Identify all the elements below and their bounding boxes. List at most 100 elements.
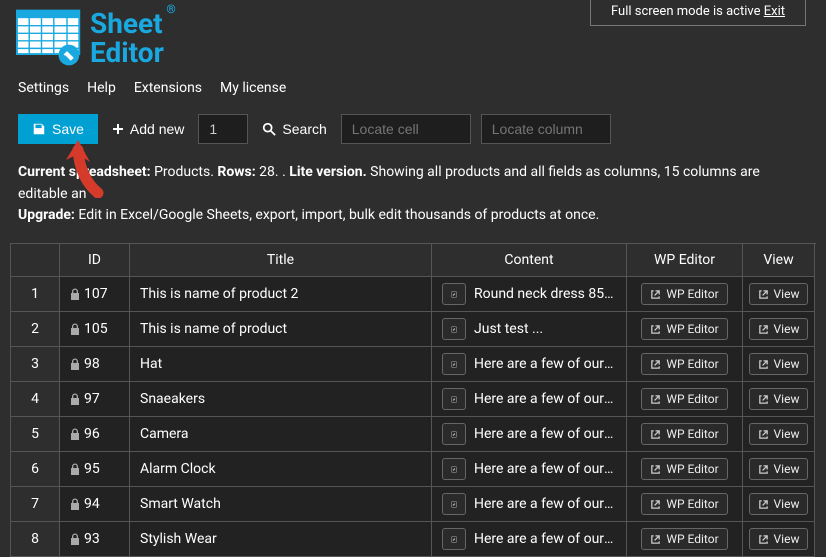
edit-icon xyxy=(451,429,457,440)
locate-column-input[interactable] xyxy=(481,114,611,144)
fullscreen-text: Full screen mode is active xyxy=(611,4,761,19)
cell-wp-editor: WP Editor xyxy=(627,382,743,417)
external-link-icon xyxy=(758,289,769,300)
external-link-icon xyxy=(758,394,769,405)
cell-title[interactable]: Snaeakers xyxy=(130,382,432,417)
cell-title[interactable]: Stylish Wear xyxy=(130,522,432,557)
grid-header: ID Title Content WP Editor View xyxy=(10,244,816,277)
col-content[interactable]: Content xyxy=(432,244,627,277)
table-row: 2105This is name of productJust test ...… xyxy=(10,312,816,347)
cell-content[interactable]: Here are a few of our ... xyxy=(432,522,627,557)
external-link-icon xyxy=(650,499,661,510)
cell-id[interactable]: 98 xyxy=(60,347,130,382)
view-button[interactable]: View xyxy=(749,493,809,515)
wp-editor-button[interactable]: WP Editor xyxy=(641,283,727,305)
col-wp-editor[interactable]: WP Editor xyxy=(627,244,743,277)
external-link-icon xyxy=(758,534,769,545)
edit-icon xyxy=(451,499,457,510)
cell-wp-editor: WP Editor xyxy=(627,417,743,452)
external-link-icon xyxy=(758,499,769,510)
status-info: Current spreadsheet: Products. Rows: 28.… xyxy=(0,160,826,239)
edit-content-button[interactable] xyxy=(442,423,466,445)
cell-content[interactable]: Round neck dress 85c... xyxy=(432,277,627,312)
cell-content[interactable]: Here are a few of our ... xyxy=(432,487,627,522)
cell-title[interactable]: This is name of product 2 xyxy=(130,277,432,312)
external-link-icon xyxy=(650,289,661,300)
lock-icon xyxy=(70,393,80,405)
col-view[interactable]: View xyxy=(743,244,815,277)
view-button[interactable]: View xyxy=(749,458,809,480)
view-button[interactable]: View xyxy=(749,353,809,375)
edit-content-button[interactable] xyxy=(442,528,466,550)
menu-help[interactable]: Help xyxy=(87,80,116,96)
cell-view: View xyxy=(743,347,815,382)
edit-content-button[interactable] xyxy=(442,318,466,340)
view-button[interactable]: View xyxy=(749,388,809,410)
row-number: 3 xyxy=(10,347,60,382)
wp-editor-button[interactable]: WP Editor xyxy=(641,493,727,515)
cell-id[interactable]: 96 xyxy=(60,417,130,452)
cell-title[interactable]: This is name of product xyxy=(130,312,432,347)
toolbar: Save Add new Search xyxy=(0,110,826,160)
col-title[interactable]: Title xyxy=(130,244,432,277)
wp-editor-button[interactable]: WP Editor xyxy=(641,423,727,445)
save-button[interactable]: Save xyxy=(18,114,98,144)
col-id[interactable]: ID xyxy=(60,244,130,277)
edit-icon xyxy=(451,394,457,405)
table-row: 893Stylish WearHere are a few of our ...… xyxy=(10,522,816,557)
locate-cell-input[interactable] xyxy=(341,114,471,144)
brand-text: Sheet® Editor xyxy=(90,9,164,68)
wp-editor-button[interactable]: WP Editor xyxy=(641,388,727,410)
view-button[interactable]: View xyxy=(749,283,809,305)
cell-content[interactable]: Here are a few of our ... xyxy=(432,452,627,487)
fullscreen-notice: Full screen mode is active Exit xyxy=(590,0,806,26)
cell-title[interactable]: Alarm Clock xyxy=(130,452,432,487)
wp-editor-button[interactable]: WP Editor xyxy=(641,528,727,550)
add-new-button[interactable]: Add new xyxy=(108,115,188,143)
cell-view: View xyxy=(743,417,815,452)
cell-wp-editor: WP Editor xyxy=(627,312,743,347)
menu-extensions[interactable]: Extensions xyxy=(134,80,202,96)
add-qty-input[interactable] xyxy=(198,114,248,144)
menu-settings[interactable]: Settings xyxy=(18,80,69,96)
cell-id[interactable]: 93 xyxy=(60,522,130,557)
edit-content-button[interactable] xyxy=(442,388,466,410)
cell-content[interactable]: Just test ... xyxy=(432,312,627,347)
cell-id[interactable]: 105 xyxy=(60,312,130,347)
cell-title[interactable]: Hat xyxy=(130,347,432,382)
cell-id[interactable]: 94 xyxy=(60,487,130,522)
row-number: 4 xyxy=(10,382,60,417)
edit-content-button[interactable] xyxy=(442,353,466,375)
cell-id[interactable]: 107 xyxy=(60,277,130,312)
cell-title[interactable]: Camera xyxy=(130,417,432,452)
lock-icon xyxy=(70,463,80,475)
table-row: 1107This is name of product 2Round neck … xyxy=(10,277,816,312)
wp-editor-button[interactable]: WP Editor xyxy=(641,318,727,340)
cell-view: View xyxy=(743,312,815,347)
cell-id[interactable]: 97 xyxy=(60,382,130,417)
edit-content-button[interactable] xyxy=(442,458,466,480)
lock-icon xyxy=(70,323,80,335)
spreadsheet-icon xyxy=(16,8,84,68)
menu-license[interactable]: My license xyxy=(220,80,286,96)
cell-id[interactable]: 95 xyxy=(60,452,130,487)
cell-content[interactable]: Here are a few of our ... xyxy=(432,347,627,382)
content-preview: Here are a few of our ... xyxy=(474,356,616,372)
cell-title[interactable]: Smart Watch xyxy=(130,487,432,522)
cell-wp-editor: WP Editor xyxy=(627,522,743,557)
cell-content[interactable]: Here are a few of our ... xyxy=(432,382,627,417)
spreadsheet-grid: ID Title Content WP Editor View 1107This… xyxy=(10,243,816,557)
plus-icon xyxy=(112,123,124,135)
edit-content-button[interactable] xyxy=(442,283,466,305)
view-button[interactable]: View xyxy=(749,318,809,340)
view-button[interactable]: View xyxy=(749,528,809,550)
exit-fullscreen-link[interactable]: Exit xyxy=(764,4,785,19)
view-button[interactable]: View xyxy=(749,423,809,445)
search-button[interactable]: Search xyxy=(258,115,330,143)
cell-content[interactable]: Here are a few of our ... xyxy=(432,417,627,452)
row-number: 6 xyxy=(10,452,60,487)
wp-editor-button[interactable]: WP Editor xyxy=(641,353,727,375)
wp-editor-button[interactable]: WP Editor xyxy=(641,458,727,480)
edit-content-button[interactable] xyxy=(442,493,466,515)
edit-icon xyxy=(451,359,457,370)
